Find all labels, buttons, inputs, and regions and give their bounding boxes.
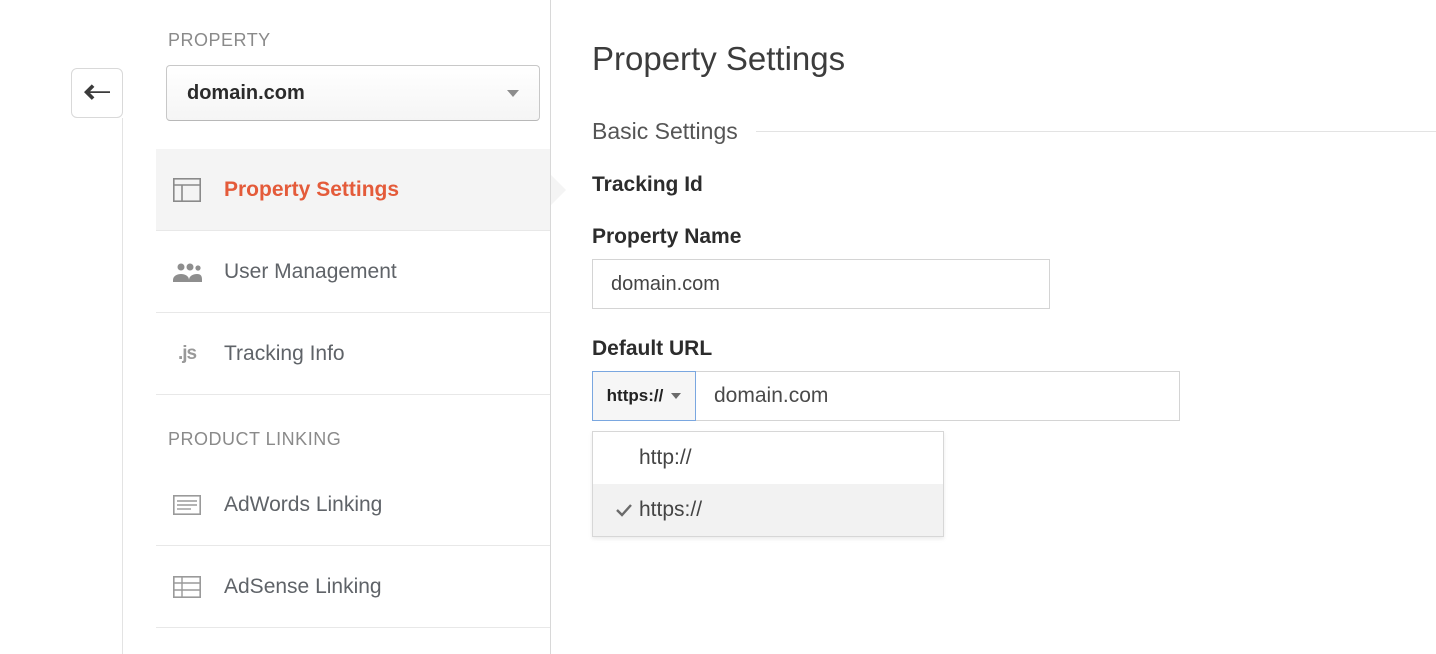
content-panel: Property Settings Basic Settings Trackin… (592, 40, 1436, 565)
sidebar-item-label: AdSense Linking (224, 575, 382, 599)
layout-icon (170, 178, 204, 202)
protocol-option-https[interactable]: https:// (593, 484, 943, 536)
sidebar: PROPERTY domain.com Property Settings Us… (156, 0, 550, 628)
subsection-rule (756, 131, 1436, 132)
chevron-down-icon (507, 90, 519, 97)
protocol-dropdown-panel: http:// https:// (592, 431, 944, 537)
sidebar-item-property-settings[interactable]: Property Settings (156, 149, 550, 231)
vertical-divider (550, 0, 551, 654)
back-arrow-icon (84, 84, 110, 102)
sidebar-item-label: AdWords Linking (224, 493, 382, 517)
sidebar-item-label: Tracking Info (224, 342, 345, 366)
sidebar-item-adwords-linking[interactable]: AdWords Linking (156, 464, 550, 546)
protocol-option-http[interactable]: http:// (593, 432, 943, 484)
sidebar-item-adsense-linking[interactable]: AdSense Linking (156, 546, 550, 628)
property-selector[interactable]: domain.com (166, 65, 540, 121)
protocol-dropdown-button[interactable]: https:// (592, 371, 696, 421)
property-name-input[interactable] (592, 259, 1050, 309)
back-button[interactable] (71, 68, 123, 118)
default-url-row: https:// domain.com (592, 371, 1180, 421)
sidebar-item-label: User Management (224, 260, 397, 284)
sidebar-item-tracking-info[interactable]: .js Tracking Info (156, 313, 550, 395)
check-icon (613, 503, 635, 517)
card-icon (170, 495, 204, 515)
js-icon: .js (170, 343, 204, 365)
protocol-option-label: https:// (639, 498, 702, 522)
list-icon (170, 576, 204, 598)
vertical-rule (122, 118, 123, 654)
sidebar-item-label: Property Settings (224, 178, 399, 202)
property-menu: Property Settings User Management .js Tr… (156, 149, 550, 395)
chevron-down-icon (671, 393, 681, 399)
product-linking-heading: PRODUCT LINKING (168, 429, 550, 450)
users-icon (170, 262, 204, 282)
protocol-selected-value: https:// (607, 386, 664, 406)
linking-menu: AdWords Linking AdSense Linking (156, 464, 550, 628)
property-heading: PROPERTY (168, 30, 550, 51)
protocol-option-label: http:// (639, 446, 692, 470)
default-url-input[interactable]: domain.com (696, 372, 1179, 420)
sidebar-item-user-management[interactable]: User Management (156, 231, 550, 313)
property-name-label: Property Name (592, 225, 1436, 249)
default-url-label: Default URL (592, 337, 1436, 361)
property-selector-value: domain.com (187, 82, 305, 105)
subsection-label: Basic Settings (592, 118, 738, 145)
page-title: Property Settings (592, 40, 1436, 78)
basic-settings-subsection: Basic Settings (592, 118, 1436, 145)
tracking-id-label: Tracking Id (592, 173, 1436, 197)
